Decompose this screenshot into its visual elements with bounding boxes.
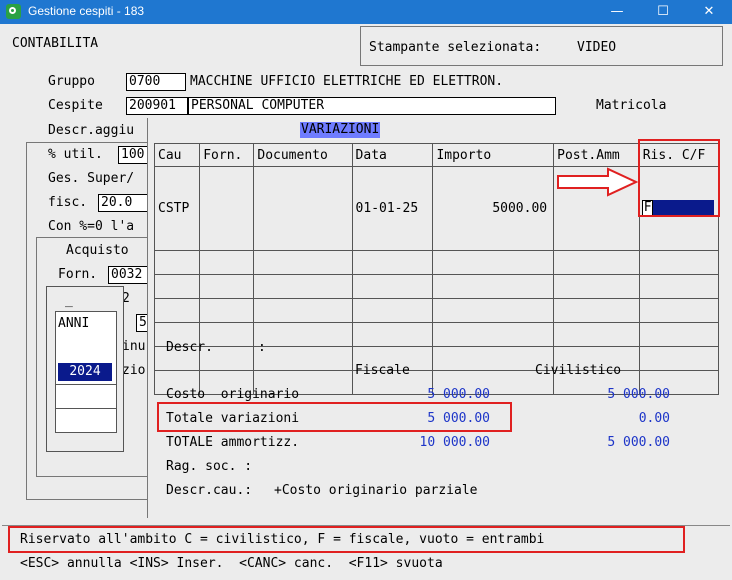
cell-data[interactable]: 01-01-25 [351,166,434,251]
close-button[interactable]: ✕ [686,0,732,24]
printer-label: Stampante selezionata: [369,40,542,55]
section-title: CONTABILITA [12,36,99,51]
ges-super-label: Ges. Super/ [48,171,135,186]
fisc-label: fisc. [48,195,88,210]
anni-list[interactable]: ANNI 2024 [55,311,117,433]
table-row[interactable] [153,322,720,347]
col-forn: Forn. [199,143,255,167]
forn-field[interactable]: 0032 [108,266,150,284]
matricola-label: Matricola [596,98,667,113]
col-cau: Cau [153,143,201,167]
variazioni-title: VARIAZIONI [300,122,381,138]
anni-panel: _ ANNI 2024 [46,286,124,452]
costo-originario-fiscale: 5 000.00 [427,387,490,402]
arrow-right-icon [557,167,639,197]
costo-originario-label: Costo originario [166,387,300,402]
app-icon [6,4,21,19]
maximize-button[interactable]: ☐ [640,0,686,24]
table-row[interactable] [153,298,720,323]
totale-variazioni-civilistico: 0.00 [638,411,670,426]
cell-forn[interactable] [199,166,255,251]
window-title: Gestione cespiti - 183 [28,4,145,18]
anni-selected-2024[interactable]: 2024 [58,363,112,381]
acquisto-label: Acquisto [66,243,129,258]
status-bar: Riservato all'ambito C = civilistico, F … [2,525,730,580]
anni-empty-row[interactable] [56,384,116,409]
descr-aggiuntiva-label: Descr.aggiu [48,123,135,138]
ris-cf-highlight [638,139,720,217]
descr-cau-value: +Costo originario parziale [274,483,478,498]
costo-originario-civilistico: 5 000.00 [607,387,670,402]
gruppo-description: MACCHINE UFFICIO ELETTRICHE ED ELETTRON. [190,74,504,89]
col-data: Data [351,143,434,167]
col-post-amm: Post.Amm [553,143,640,167]
title-bar: Gestione cespiti - 183 — ☐ ✕ [0,0,732,24]
totale-ammortizz-civilistico: 5 000.00 [607,435,670,450]
cell-documento[interactable] [253,166,353,251]
col-importo: Importo [432,143,555,167]
printer-box: Stampante selezionata: VIDEO [360,26,723,66]
cespite-code-field[interactable]: 200901 [126,97,188,115]
descr-colon: : [258,340,266,355]
printer-value: VIDEO [577,40,617,55]
table-row[interactable] [153,250,720,275]
fragment-inu: inu [122,339,146,354]
col-fiscale-header: Fiscale [355,363,410,378]
gruppo-code-field[interactable]: 0700 [126,73,186,91]
totale-ammortizz-fiscale: 10 000.00 [419,435,490,450]
status-hint-highlight [8,526,685,553]
anni-dash: _ [65,293,73,308]
descr-label: Descr. [166,340,213,355]
con-label: Con %=0 l'a [48,219,135,234]
totale-ammortizz-label: TOTALE ammortizz. [166,435,300,450]
fisc-field[interactable]: 20.0 [98,194,150,212]
anni-header: ANNI [58,316,90,331]
fragment-zio: zio [122,363,146,378]
table-row[interactable] [153,274,720,299]
col-civilistico-header: Civilistico [535,363,622,378]
col-documento: Documento [253,143,353,167]
util-field[interactable]: 100 [118,146,150,164]
table-header-row: Cau Forn. Documento Data Importo Post.Am… [153,143,720,167]
rag-soc-label: Rag. soc. : [166,459,253,474]
cell-cau[interactable]: CSTP [153,166,201,251]
variazioni-dialog: VARIAZIONI Cau Forn. Documento Data Impo… [147,118,726,518]
util-label: % util. [48,147,103,162]
gruppo-label: Gruppo [48,74,95,89]
cespite-label: Cespite [48,98,103,113]
table-row[interactable] [153,346,720,371]
totale-variazioni-highlight [157,402,512,432]
minimize-button[interactable]: — [594,0,640,24]
forn-label: Forn. [58,267,98,282]
cespite-description-field[interactable]: PERSONAL COMPUTER [188,97,556,115]
descr-cau-label: Descr.cau.: [166,483,253,498]
cell-importo[interactable]: 5000.00 [432,166,555,251]
status-keys: <ESC> annulla <INS> Inser. <CANC> canc. … [20,556,443,571]
